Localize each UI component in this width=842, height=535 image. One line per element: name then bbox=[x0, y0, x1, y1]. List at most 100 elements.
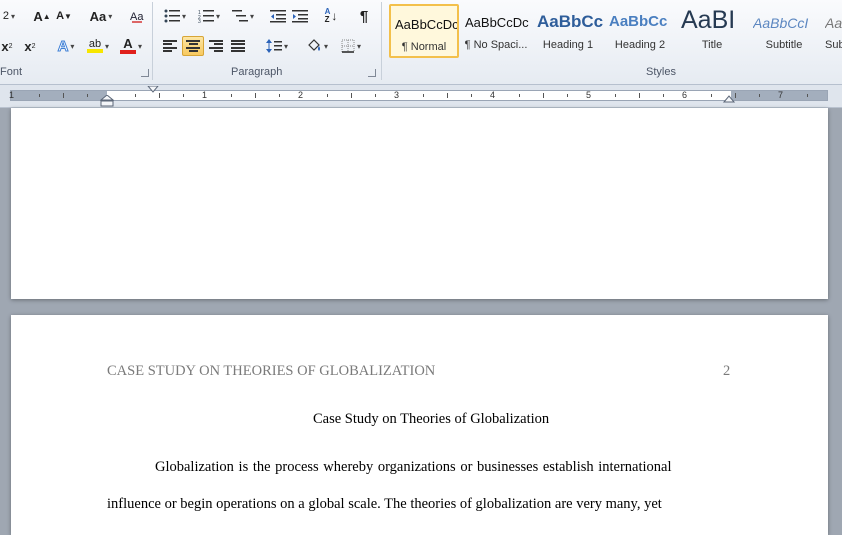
ruler-tick bbox=[279, 94, 280, 97]
font-size-value: 2 bbox=[2, 10, 10, 22]
style-title[interactable]: AaBI Title bbox=[677, 4, 747, 58]
bullets-icon bbox=[164, 9, 180, 23]
pilcrow-icon: ¶ bbox=[359, 7, 369, 25]
ruler-tick bbox=[567, 94, 568, 97]
borders-button[interactable]: ▾ bbox=[336, 36, 366, 56]
decrease-indent-icon bbox=[270, 10, 286, 23]
group-divider bbox=[152, 2, 153, 80]
highlight-swatch bbox=[86, 49, 103, 53]
ruler-tick bbox=[639, 93, 640, 98]
font-color-button[interactable]: A ▾ bbox=[116, 36, 146, 56]
ruler-tick bbox=[471, 94, 472, 97]
sort-button[interactable]: A Z ↓ bbox=[320, 6, 342, 26]
text-effects-icon: A bbox=[57, 37, 69, 55]
style-no-spacing[interactable]: AaBbCcDc ¶ No Spaci... bbox=[461, 4, 531, 58]
ruler-number: 5 bbox=[586, 90, 592, 100]
ruler-tick bbox=[39, 94, 40, 97]
align-left-button[interactable] bbox=[160, 36, 180, 56]
right-indent-marker[interactable] bbox=[723, 95, 735, 103]
clear-formatting-button[interactable]: Aa bbox=[127, 6, 147, 26]
chevron-down-icon: ▾ bbox=[356, 41, 361, 51]
font-group-label: Font bbox=[0, 66, 23, 78]
grow-font-button[interactable]: A ▲ bbox=[32, 6, 52, 26]
align-center-button[interactable] bbox=[182, 36, 204, 56]
highlight-icon: ab bbox=[86, 39, 103, 53]
borders-icon bbox=[341, 39, 355, 53]
decrease-indent-button[interactable] bbox=[268, 6, 288, 26]
font-color-letter: A bbox=[123, 36, 133, 51]
page-number: 2 bbox=[723, 363, 731, 379]
ruler-tick bbox=[351, 93, 352, 98]
document-title: Case Study on Theories of Globalization bbox=[313, 411, 550, 427]
subscript-mark: 2 bbox=[8, 42, 13, 50]
style-subtitle[interactable]: AaBbCcI Subtitle bbox=[749, 4, 819, 58]
shrink-font-button[interactable]: A ▼ bbox=[54, 6, 74, 26]
ruler-tick bbox=[447, 93, 448, 98]
chevron-down-icon: ▾ bbox=[283, 41, 288, 51]
ruler-tick bbox=[663, 94, 664, 97]
style-sample: AaBI bbox=[681, 6, 736, 34]
justify-icon bbox=[231, 40, 245, 52]
style-normal[interactable]: AaBbCcDc ¶ Normal bbox=[389, 4, 459, 58]
superscript-icon: x bbox=[24, 38, 32, 54]
ruler-tick bbox=[735, 93, 736, 98]
numbering-button[interactable]: 1 2 3 ▾ bbox=[194, 6, 224, 26]
increase-indent-button[interactable] bbox=[290, 6, 310, 26]
paragraph-line: influence or begin operations on a globa… bbox=[107, 496, 662, 512]
shading-button[interactable]: ▾ bbox=[302, 36, 332, 56]
line-spacing-icon bbox=[265, 39, 282, 53]
highlight-button[interactable]: ab ▾ bbox=[82, 36, 114, 56]
style-name: ¶ No Spaci... bbox=[464, 39, 528, 51]
shrink-arrow-icon: ▼ bbox=[64, 11, 72, 21]
first-line-indent-marker[interactable] bbox=[147, 86, 159, 94]
justify-button[interactable] bbox=[228, 36, 248, 56]
group-divider bbox=[381, 2, 382, 80]
ruler-tick bbox=[231, 94, 232, 97]
document-page-2[interactable]: CASE STUDY ON THEORIES OF GLOBALIZATION … bbox=[11, 315, 828, 535]
ruler-left-margin bbox=[11, 91, 107, 100]
align-center-icon bbox=[186, 40, 200, 52]
show-formatting-button[interactable]: ¶ bbox=[354, 6, 374, 26]
superscript-button[interactable]: x2 bbox=[20, 36, 40, 56]
style-heading-2[interactable]: AaBbCc Heading 2 bbox=[605, 4, 675, 58]
style-name: Subtitle bbox=[765, 39, 803, 51]
chevron-down-icon: ▾ bbox=[137, 41, 142, 51]
ruler-number: 7 bbox=[778, 90, 784, 100]
ruler-number: 2 bbox=[298, 90, 304, 100]
horizontal-ruler[interactable]: 1 1 2 3 4 5 6 7 bbox=[0, 85, 842, 108]
paragraph-group-label: Paragraph bbox=[231, 66, 283, 78]
ruler-tick bbox=[183, 94, 184, 97]
style-sample: Aa bbox=[825, 15, 842, 31]
bullets-button[interactable]: ▾ bbox=[160, 6, 190, 26]
paint-bucket-icon bbox=[308, 39, 320, 51]
ruler-tick bbox=[255, 93, 256, 98]
font-size-box[interactable]: 2 ▾ bbox=[0, 6, 18, 26]
line-spacing-button[interactable]: ▾ bbox=[262, 36, 292, 56]
subscript-button[interactable]: x2 bbox=[0, 36, 14, 56]
change-case-button[interactable]: Aa ▾ bbox=[86, 6, 116, 26]
chevron-down-icon: ▾ bbox=[215, 11, 220, 21]
align-left-icon bbox=[163, 40, 177, 52]
multilevel-list-button[interactable]: ▾ bbox=[228, 6, 258, 26]
hanging-indent-marker[interactable] bbox=[100, 95, 114, 107]
style-name: ¶ Normal bbox=[401, 41, 447, 53]
style-name: Sub bbox=[825, 39, 842, 51]
sort-bottom-letter: Z bbox=[324, 15, 330, 24]
style-sample: AaBbCcDc bbox=[465, 15, 529, 30]
align-right-button[interactable] bbox=[206, 36, 226, 56]
font-color-icon: A bbox=[119, 36, 136, 54]
ruler-tick bbox=[327, 94, 328, 97]
ruler-tick bbox=[375, 94, 376, 97]
ruler-tick bbox=[423, 94, 424, 97]
font-dialog-launcher[interactable] bbox=[141, 69, 149, 77]
subscript-icon: x bbox=[1, 38, 9, 54]
multilevel-list-icon bbox=[231, 10, 248, 22]
paragraph-dialog-launcher[interactable] bbox=[368, 69, 376, 77]
document-page-1[interactable] bbox=[11, 108, 828, 299]
numbering-icon: 123 bbox=[198, 10, 214, 23]
text-effects-button[interactable]: A ▾ bbox=[52, 36, 80, 56]
style-heading-1[interactable]: AaBbCc Heading 1 bbox=[533, 4, 603, 58]
ruler-tick bbox=[159, 93, 160, 98]
style-subtle-emphasis[interactable]: Aa Sub bbox=[821, 4, 842, 58]
sort-arrow-icon: ↓ bbox=[331, 9, 338, 23]
